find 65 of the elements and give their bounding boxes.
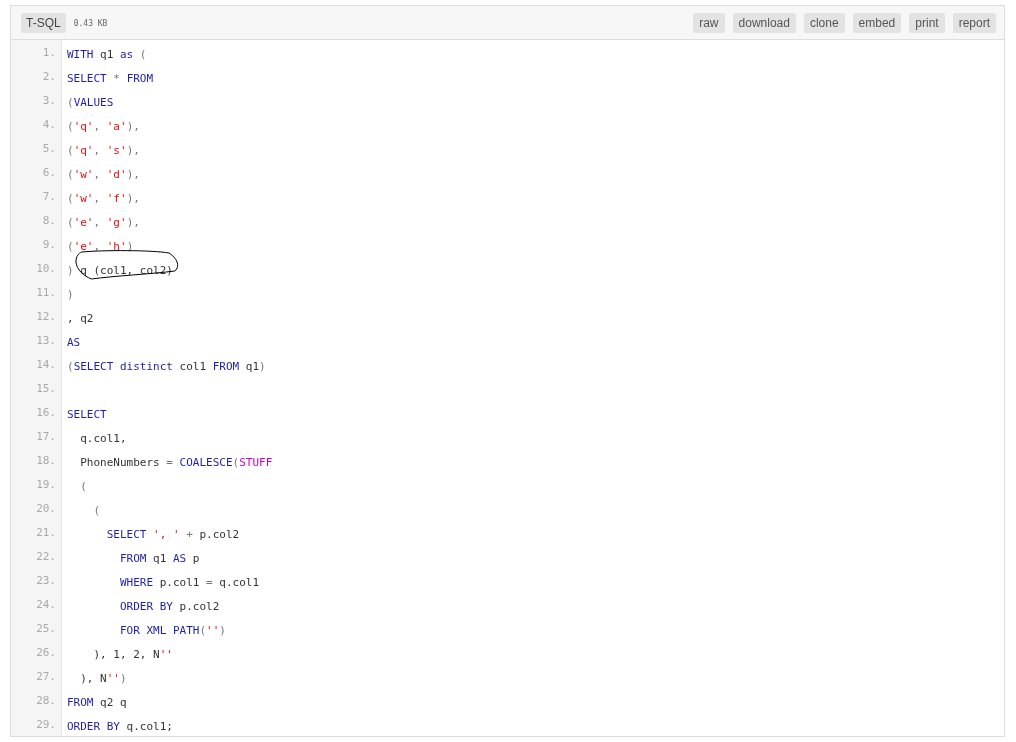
line-number: 21. xyxy=(11,520,62,544)
toolbar-button[interactable]: download xyxy=(732,13,796,33)
toolbar-button[interactable]: report xyxy=(952,13,996,33)
code-line: ORDER BY p.col2 xyxy=(118,599,220,613)
code-line: AS xyxy=(67,335,81,349)
code-line: , q2 xyxy=(67,311,94,325)
code-line: (SELECT distinct col1 FROM q1) xyxy=(67,359,266,373)
line-number: 1. xyxy=(11,40,62,64)
code-line: q.col1, xyxy=(79,431,127,445)
code-line: ('w', 'f'), xyxy=(67,191,140,205)
language-label: T-SQL xyxy=(21,13,66,33)
toolbar-button[interactable]: embed xyxy=(852,13,902,33)
code-line: WITH q1 as ( xyxy=(67,47,147,61)
code-line: (VALUES xyxy=(67,95,114,109)
code-line: SELECT * FROM xyxy=(67,71,154,85)
code-line: ), N'') xyxy=(79,671,127,685)
code-line: SELECT ', ' + p.col2 xyxy=(105,527,240,541)
line-number: 15. xyxy=(11,376,62,400)
line-number: 14. xyxy=(11,352,62,376)
code-line: FOR XML PATH('') xyxy=(118,623,226,637)
line-number: 12. xyxy=(11,304,62,328)
code-line: ('q', 's'), xyxy=(67,143,140,157)
line-number: 2. xyxy=(11,64,62,88)
line-number: 27. xyxy=(11,664,62,688)
code-line: ('e', 'g'), xyxy=(67,215,140,229)
line-number: 9. xyxy=(11,232,62,256)
line-number: 24. xyxy=(11,592,62,616)
line-number: 22. xyxy=(11,544,62,568)
line-number: 5. xyxy=(11,136,62,160)
code-line: ('e', 'h') xyxy=(67,239,134,253)
line-number: 28. xyxy=(11,688,62,712)
file-size: 0.43 KB xyxy=(73,18,108,28)
toolbar-button[interactable]: clone xyxy=(803,13,845,33)
toolbar-button[interactable]: print xyxy=(909,13,945,33)
code-line: SELECT xyxy=(67,407,107,421)
line-number: 19. xyxy=(11,472,62,496)
line-number: 3. xyxy=(11,88,62,112)
line-number: 17. xyxy=(11,424,62,448)
code-line: FROM q2 q xyxy=(67,695,127,709)
line-number: 11. xyxy=(11,280,62,304)
code-line: FROM q1 AS p xyxy=(118,551,200,565)
line-number: 7. xyxy=(11,184,62,208)
line-number: 20. xyxy=(11,496,62,520)
line-number: 4. xyxy=(11,112,62,136)
code-line: ) q (col1, col2) xyxy=(67,263,173,277)
line-number: 18. xyxy=(11,448,62,472)
line-number: 25. xyxy=(11,616,62,640)
line-number: 29. xyxy=(11,712,62,736)
code-line: ('q', 'a'), xyxy=(67,119,140,133)
line-number: 26. xyxy=(11,640,62,664)
code-line: ) xyxy=(67,287,74,301)
line-number: 6. xyxy=(11,160,62,184)
line-number: 13. xyxy=(11,328,62,352)
toolbar-button[interactable]: raw xyxy=(693,13,725,33)
code-line: ), 1, 2, N'' xyxy=(92,647,173,661)
code-line: ( xyxy=(79,479,87,493)
line-number: 8. xyxy=(11,208,62,232)
code-line: WHERE p.col1 = q.col1 xyxy=(118,575,260,589)
code-line: ('w', 'd'), xyxy=(67,167,140,181)
line-number: 10. xyxy=(11,256,62,280)
code-line: ( xyxy=(92,503,101,517)
code-line: PhoneNumbers = COALESCE(STUFF xyxy=(79,455,273,469)
line-number: 23. xyxy=(11,568,62,592)
code-line: ORDER BY q.col1; xyxy=(67,719,173,733)
line-number: 16. xyxy=(11,400,62,424)
